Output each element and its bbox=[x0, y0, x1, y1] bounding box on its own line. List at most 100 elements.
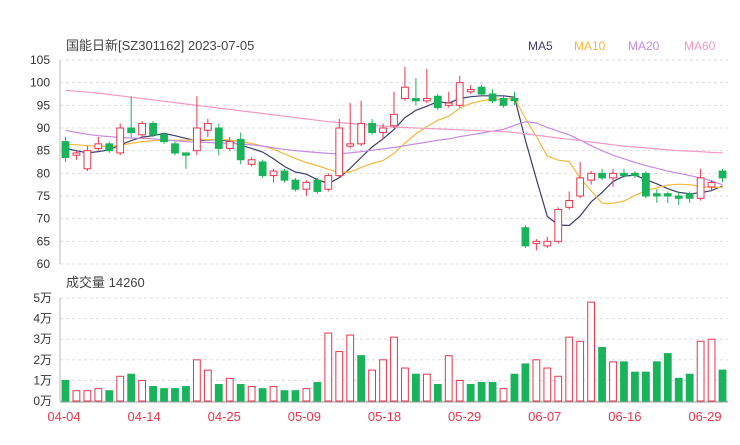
volume-bar bbox=[116, 375, 125, 402]
volume-bar bbox=[663, 353, 672, 402]
legend-item-ma20: MA20 bbox=[628, 39, 660, 53]
candle-body bbox=[696, 177, 705, 199]
candlestick bbox=[127, 96, 136, 138]
candlestick bbox=[631, 171, 639, 178]
volume-bar bbox=[576, 340, 585, 402]
candlestick bbox=[663, 191, 672, 203]
price-tick-label: 95 bbox=[37, 98, 51, 112]
volume-bar bbox=[138, 379, 147, 402]
volume-bar bbox=[127, 373, 136, 402]
candlestick bbox=[422, 69, 431, 104]
date-axis: 04-04 04-14 04-25 05-09 05-18 05-29 06-07 06-16… bbox=[47, 401, 728, 424]
candle-body bbox=[61, 141, 70, 158]
candle-body bbox=[707, 181, 716, 188]
candlestick bbox=[587, 171, 596, 185]
candle-body bbox=[685, 193, 694, 199]
candle-body bbox=[324, 175, 333, 190]
legend-item-ma10: MA10 bbox=[574, 39, 606, 53]
candle-body bbox=[565, 200, 574, 208]
volume-bar bbox=[477, 381, 486, 402]
volume-bar bbox=[105, 390, 114, 402]
volume-bar bbox=[149, 386, 157, 402]
candle-body bbox=[379, 127, 387, 134]
volume-bar bbox=[225, 377, 234, 402]
volume-bar bbox=[269, 386, 278, 402]
candlestick bbox=[412, 78, 420, 106]
candlestick bbox=[149, 121, 157, 138]
volume-bar bbox=[718, 369, 727, 402]
candle-body bbox=[313, 179, 322, 192]
volume-bar bbox=[72, 390, 81, 402]
volume-bar bbox=[554, 375, 563, 402]
candle-body bbox=[598, 172, 606, 179]
candle-body bbox=[499, 98, 508, 106]
volume-bar bbox=[368, 369, 376, 402]
candlestick bbox=[565, 191, 574, 210]
legend-item-ma5: MA5 bbox=[528, 39, 553, 53]
candle-body bbox=[247, 159, 256, 165]
candle-body bbox=[357, 122, 366, 145]
date-tick-label: 06-07 bbox=[528, 409, 561, 424]
candlestick bbox=[324, 173, 333, 192]
stock-chart-widget: 国能日新[SZ301162] 2023-07-05 MA5 MA10 MA20 MA6… bbox=[0, 0, 740, 440]
candle-body bbox=[182, 152, 190, 156]
candle-body bbox=[477, 86, 486, 95]
candlestick bbox=[488, 89, 497, 104]
volume-bar bbox=[707, 338, 716, 402]
volume-bar bbox=[291, 390, 300, 402]
candle-body bbox=[127, 127, 136, 134]
candlestick bbox=[258, 159, 267, 178]
volume-bar bbox=[422, 373, 431, 402]
candlestick bbox=[225, 137, 234, 151]
volume-bar bbox=[444, 355, 453, 402]
volume-bar bbox=[357, 355, 366, 402]
candlestick bbox=[368, 118, 376, 135]
price-tick-label: 60 bbox=[37, 257, 51, 271]
candle-body bbox=[203, 122, 212, 131]
candlestick bbox=[598, 168, 606, 181]
candlestick bbox=[138, 121, 147, 138]
price-tick-label: 85 bbox=[37, 144, 51, 158]
volume-title: 成交量 14260 bbox=[66, 275, 145, 290]
candlestick bbox=[641, 171, 650, 199]
candle-body bbox=[335, 127, 344, 177]
chart-title: 国能日新[SZ301162] 2023-07-05 bbox=[66, 38, 254, 53]
candle-body bbox=[236, 138, 245, 161]
candle-body bbox=[620, 172, 628, 177]
candlestick bbox=[346, 103, 355, 149]
volume-bar bbox=[412, 373, 420, 402]
date-tick-label: 05-18 bbox=[368, 409, 401, 424]
candlestick bbox=[72, 150, 81, 160]
date-tick-label: 06-29 bbox=[688, 409, 721, 424]
volume-bar bbox=[488, 381, 497, 402]
volume-bar bbox=[652, 361, 661, 402]
volume-bar bbox=[674, 377, 683, 402]
price-tick-label: 105 bbox=[30, 53, 50, 67]
candle-body bbox=[138, 122, 147, 136]
candlestick bbox=[433, 94, 442, 110]
volume-bar bbox=[192, 359, 201, 402]
candlestick bbox=[499, 96, 508, 108]
volume-bar bbox=[521, 363, 530, 402]
price-tick-label: 80 bbox=[37, 166, 51, 180]
date-tick-label: 06-16 bbox=[608, 409, 641, 424]
volume-bar bbox=[390, 336, 398, 402]
volume-bar bbox=[346, 334, 355, 402]
date-tick-label: 05-09 bbox=[288, 409, 321, 424]
volume-bar bbox=[313, 381, 322, 402]
candle-body bbox=[258, 161, 267, 177]
candle-body bbox=[609, 172, 617, 179]
candlestick bbox=[455, 75, 464, 108]
candle-body bbox=[488, 93, 497, 102]
candle-body bbox=[280, 170, 289, 181]
candle-body bbox=[192, 127, 201, 152]
volume-bar bbox=[433, 384, 442, 402]
candle-body bbox=[554, 209, 563, 242]
volume-bar bbox=[455, 379, 464, 402]
candle-body bbox=[455, 82, 464, 106]
date-tick-label: 05-29 bbox=[448, 409, 481, 424]
price-tick-label: 75 bbox=[37, 189, 51, 203]
volume-bar bbox=[466, 384, 475, 402]
candlestick bbox=[94, 137, 103, 151]
volume-bar bbox=[280, 390, 289, 402]
